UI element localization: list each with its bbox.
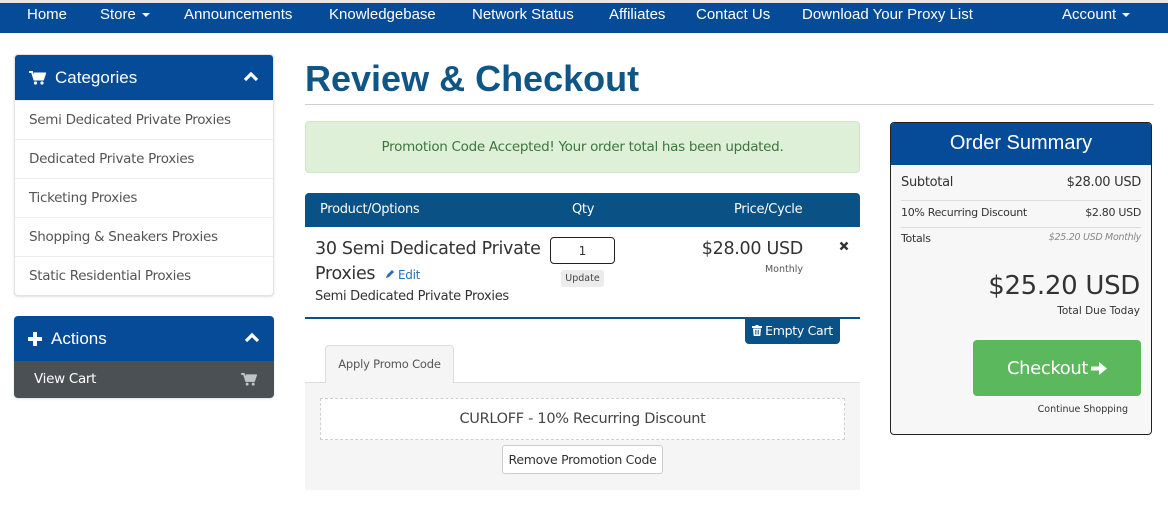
- edit-label: Edit: [398, 268, 421, 282]
- discount-row: 10% Recurring Discount $2.80 USD: [901, 201, 1141, 228]
- discount-label: 10% Recurring Discount: [901, 206, 1027, 219]
- categories-title: Categories: [55, 68, 138, 87]
- nav-announcements[interactable]: Announcements: [184, 6, 292, 23]
- plus-icon: [28, 332, 42, 346]
- category-item[interactable]: Static Residential Proxies: [15, 256, 273, 295]
- shopping-cart-icon: [241, 373, 257, 386]
- actions-panel: Actions View Cart: [14, 316, 274, 398]
- totals-label: Totals: [901, 232, 931, 245]
- nav-contact-us[interactable]: Contact Us: [696, 6, 770, 23]
- arrow-right-icon: [1091, 361, 1107, 375]
- pencil-icon: [385, 270, 394, 278]
- header-product: Product/Options: [320, 202, 420, 217]
- nav-knowledgebase[interactable]: Knowledgebase: [329, 6, 436, 23]
- totals-value: $25.20 USD Monthly: [1048, 232, 1142, 243]
- caret-down-icon: [1122, 13, 1131, 18]
- nav-home[interactable]: Home: [27, 6, 67, 23]
- checkout-button[interactable]: Checkout: [973, 340, 1141, 396]
- total-due-amount: $25.20 USD: [988, 271, 1140, 301]
- quantity-input[interactable]: [550, 237, 615, 264]
- nav-account-label: Account: [1062, 6, 1117, 23]
- category-item[interactable]: Dedicated Private Proxies: [15, 139, 273, 178]
- total-due-label: Total Due Today: [1057, 305, 1140, 317]
- categories-panel: Categories Semi Dedicated Private Proxie…: [14, 54, 274, 296]
- header-price: Price/Cycle: [734, 202, 803, 217]
- product-name-wrap: 30 Semi Dedicated Private Proxies Edit: [315, 237, 545, 288]
- cart-item-row: 30 Semi Dedicated Private Proxies Edit S…: [305, 227, 860, 319]
- page-title: Review & Checkout: [305, 58, 640, 99]
- nav-network-status[interactable]: Network Status: [472, 6, 574, 23]
- product-name: 30 Semi Dedicated Private Proxies: [315, 239, 541, 284]
- header-qty: Qty: [572, 202, 595, 217]
- continue-shopping-link[interactable]: Continue Shopping: [1038, 404, 1128, 415]
- cart-table-header: Product/Options Qty Price/Cycle: [305, 193, 860, 227]
- empty-cart-button[interactable]: Empty Cart: [745, 319, 840, 344]
- subtotal-label: Subtotal: [901, 175, 954, 190]
- chevron-up-icon[interactable]: [243, 70, 259, 82]
- actions-panel-header[interactable]: Actions: [14, 316, 274, 361]
- nav-affiliates[interactable]: Affiliates: [609, 6, 665, 23]
- shopping-cart-icon: [29, 71, 46, 85]
- subtotal-row: Subtotal $28.00 USD: [901, 167, 1141, 201]
- success-alert: Promotion Code Accepted! Your order tota…: [305, 121, 860, 173]
- actions-title: Actions: [51, 329, 107, 348]
- totals-row: Totals $25.20 USD Monthly: [901, 228, 1141, 254]
- view-cart-label: View Cart: [34, 371, 97, 387]
- edit-link[interactable]: Edit: [385, 268, 421, 282]
- tab-apply-promo-code[interactable]: Apply Promo Code: [325, 345, 454, 383]
- update-qty-button[interactable]: Update: [561, 270, 604, 287]
- applied-promo-code: CURLOFF - 10% Recurring Discount: [320, 398, 845, 440]
- item-price: $28.00 USD: [701, 239, 804, 259]
- category-item[interactable]: Semi Dedicated Private Proxies: [15, 100, 273, 139]
- order-summary-title: Order Summary: [891, 123, 1151, 165]
- trash-icon: [752, 325, 763, 336]
- product-group: Semi Dedicated Private Proxies: [315, 289, 509, 304]
- checkout-label: Checkout: [1006, 357, 1088, 379]
- view-cart-link[interactable]: View Cart: [14, 361, 274, 398]
- empty-cart-label: Empty Cart: [765, 323, 833, 338]
- remove-item-icon[interactable]: [839, 241, 849, 251]
- chevron-up-icon[interactable]: [244, 331, 260, 343]
- order-summary: Order Summary Subtotal $28.00 USD 10% Re…: [890, 122, 1152, 435]
- nav-download-proxy-list[interactable]: Download Your Proxy List: [802, 6, 973, 23]
- discount-value: $2.80 USD: [1085, 206, 1141, 219]
- nav-store-label: Store: [100, 6, 136, 23]
- top-navbar: Home Store Announcements Knowledgebase N…: [0, 0, 1168, 33]
- subtotal-value: $28.00 USD: [1066, 175, 1142, 190]
- title-divider: [305, 104, 1154, 105]
- category-item[interactable]: Shopping & Sneakers Proxies: [15, 217, 273, 256]
- remove-promo-button[interactable]: Remove Promotion Code: [502, 445, 663, 474]
- nav-store[interactable]: Store: [100, 6, 150, 23]
- categories-panel-header[interactable]: Categories: [15, 55, 273, 100]
- nav-account[interactable]: Account: [1062, 6, 1131, 23]
- caret-down-icon: [141, 13, 150, 18]
- category-item[interactable]: Ticketing Proxies: [15, 178, 273, 217]
- billing-cycle: Monthly: [764, 264, 803, 275]
